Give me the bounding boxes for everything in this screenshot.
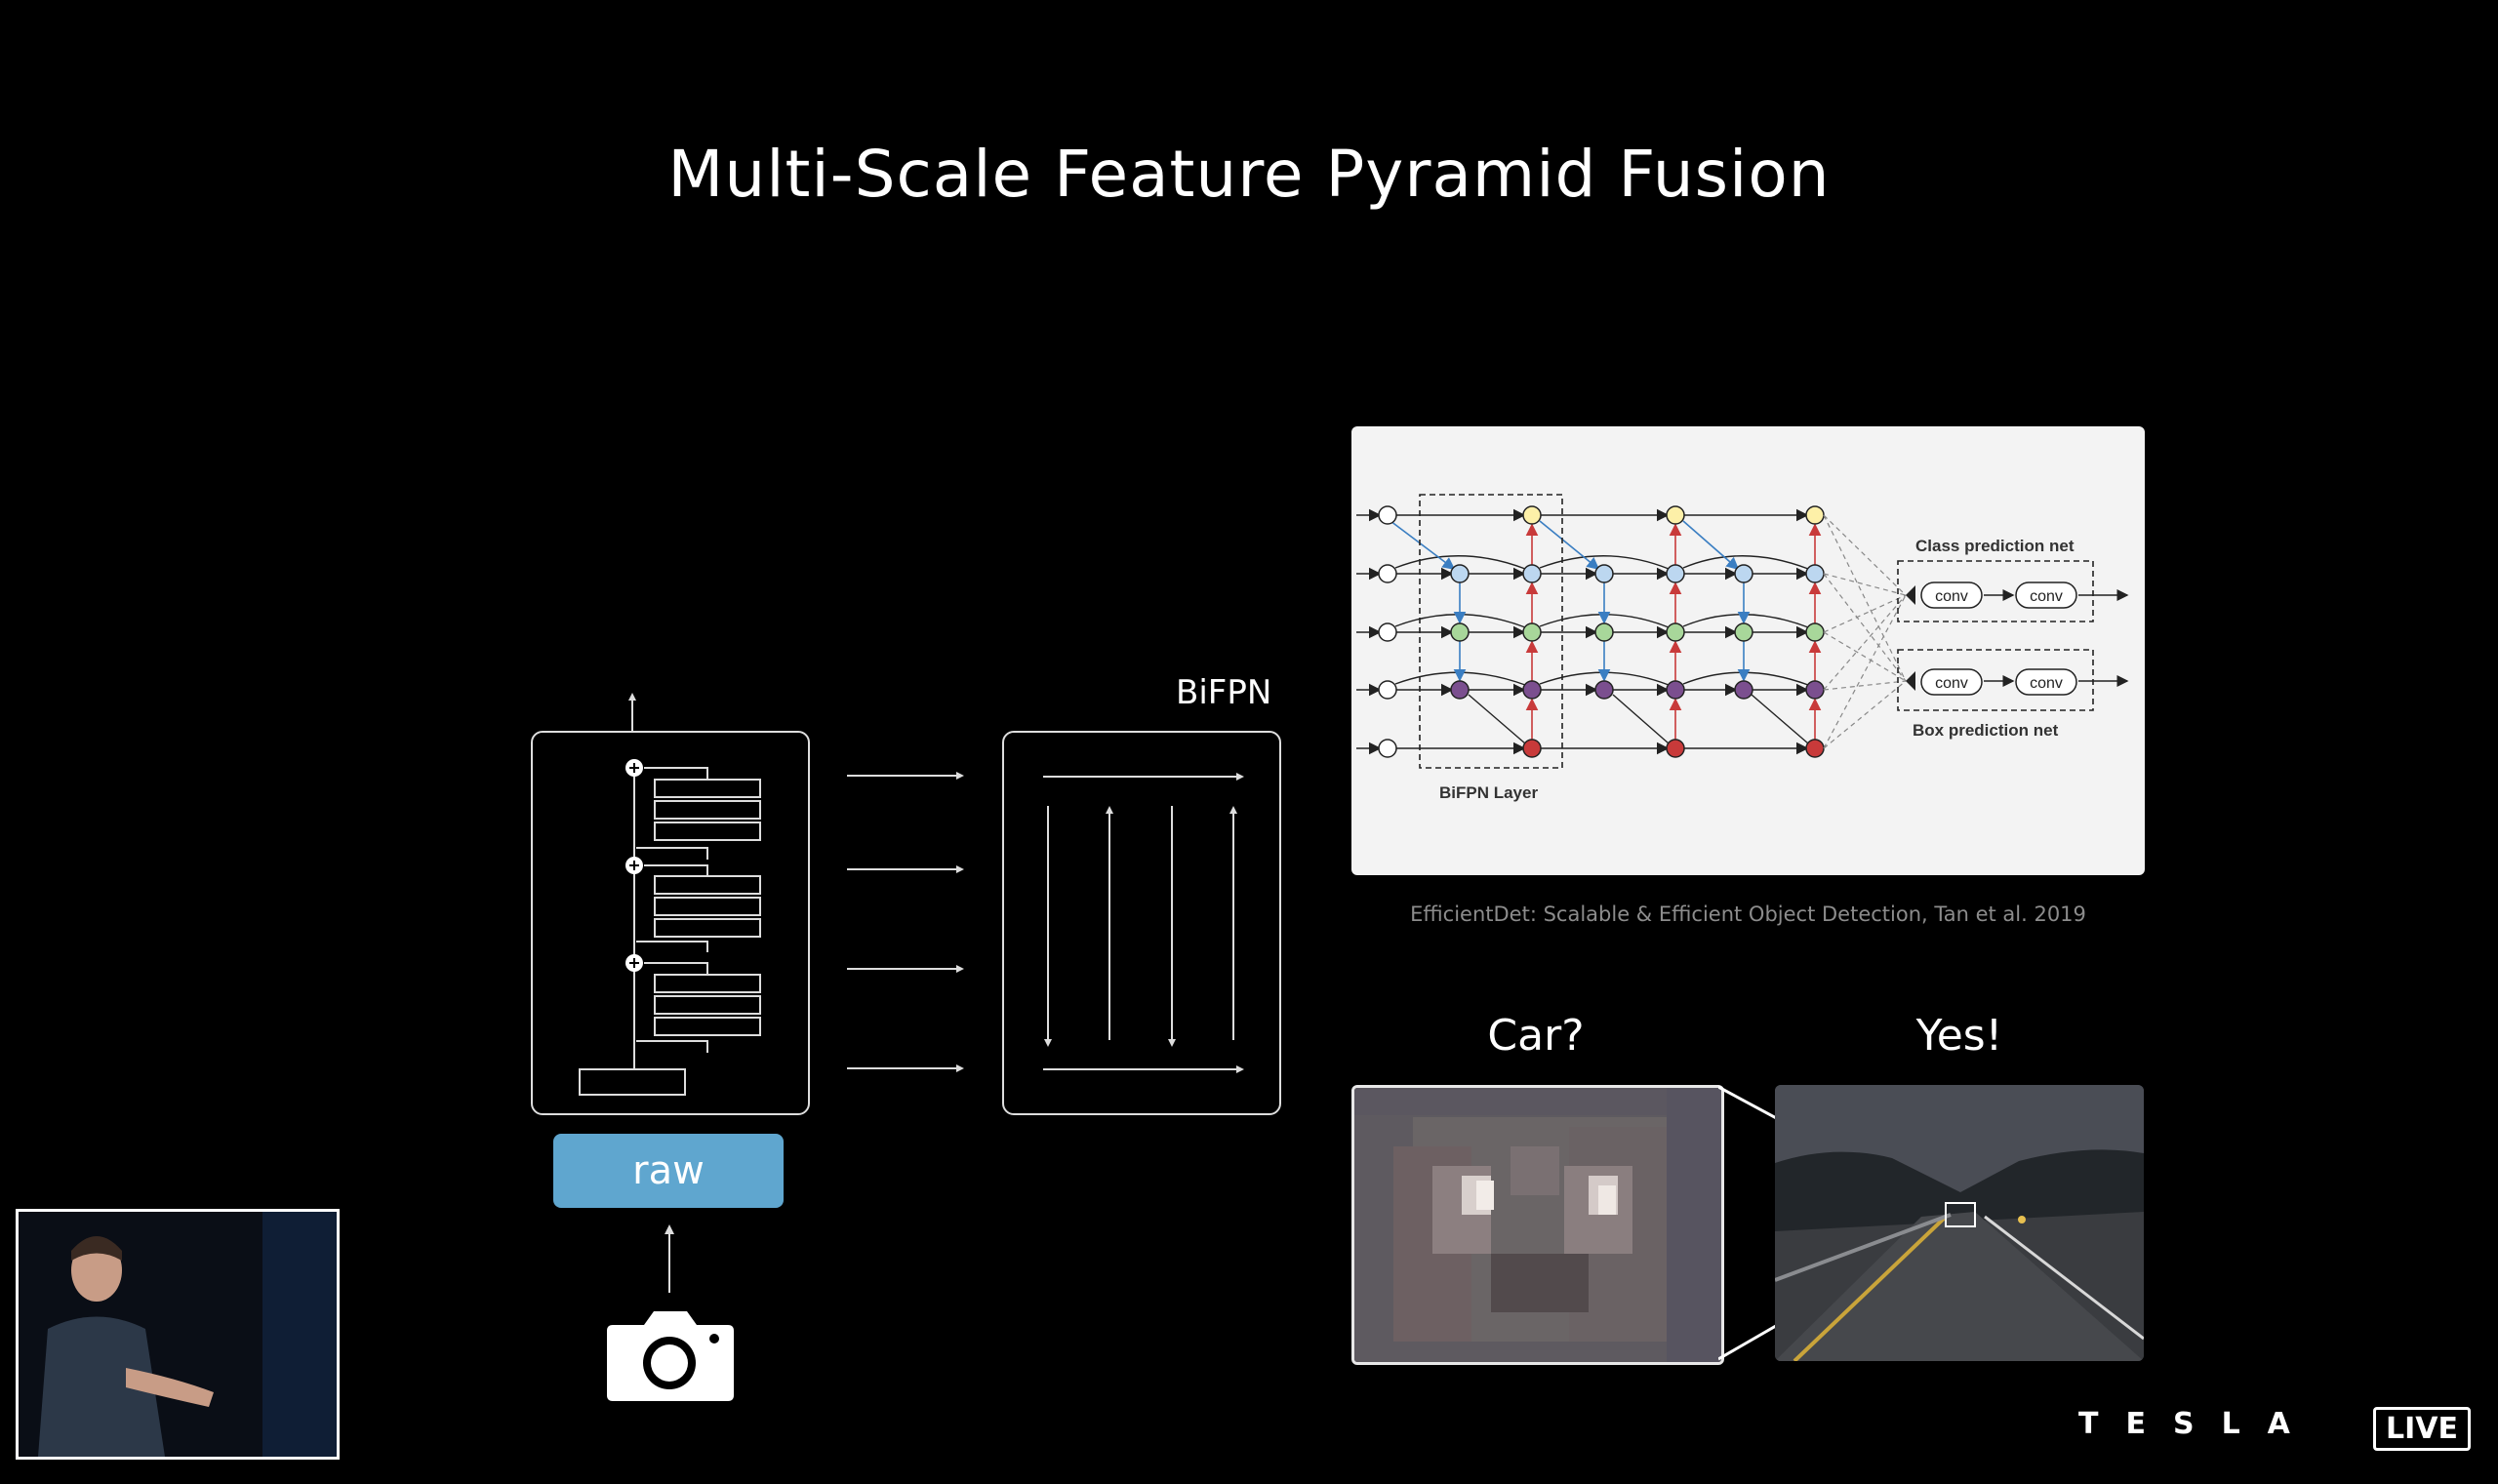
backbone-network-box bbox=[531, 731, 810, 1115]
citation-text: EfficientDet: Scalable & Efficient Objec… bbox=[1410, 902, 2086, 926]
box-prediction-net-label: Box prediction net bbox=[1913, 721, 2059, 740]
camera-icon bbox=[607, 1311, 734, 1401]
yes-answer-label: Yes! bbox=[1915, 1011, 2003, 1061]
backbone-output-arrow bbox=[628, 693, 636, 732]
pixelated-crop-image bbox=[1351, 1085, 1724, 1365]
raw-input-block: raw bbox=[553, 1134, 784, 1208]
slide-title: Multi-Scale Feature Pyramid Fusion bbox=[667, 137, 1831, 212]
backbone-diagram bbox=[579, 759, 761, 1096]
bifpn-diagram bbox=[1043, 773, 1244, 1073]
efficientdet-diagram: BiFPN Layer Class prediction net conv co… bbox=[1356, 494, 2129, 802]
speaker-video-inset bbox=[16, 1209, 340, 1460]
conv-label: conv bbox=[1935, 675, 1968, 692]
class-prediction-net-label: Class prediction net bbox=[1915, 537, 2075, 555]
feature-arrows bbox=[847, 772, 964, 1072]
car-question-label: Car? bbox=[1487, 1011, 1585, 1061]
conv-label: conv bbox=[2030, 675, 2063, 692]
road-scene-image bbox=[1775, 1085, 2144, 1361]
tesla-logo: TESLA bbox=[2078, 1407, 2317, 1441]
conv-label: conv bbox=[1935, 588, 1968, 605]
live-badge: LIVE bbox=[2373, 1407, 2471, 1451]
camera-arrow bbox=[665, 1224, 674, 1293]
bifpn-layer-label: BiFPN Layer bbox=[1439, 783, 1538, 802]
bifpn-label: BiFPN bbox=[1176, 673, 1272, 712]
bifpn-box bbox=[1002, 731, 1281, 1115]
efficientdet-figure: BiFPN Layer Class prediction net conv co… bbox=[1351, 426, 2145, 875]
conv-label: conv bbox=[2030, 588, 2063, 605]
